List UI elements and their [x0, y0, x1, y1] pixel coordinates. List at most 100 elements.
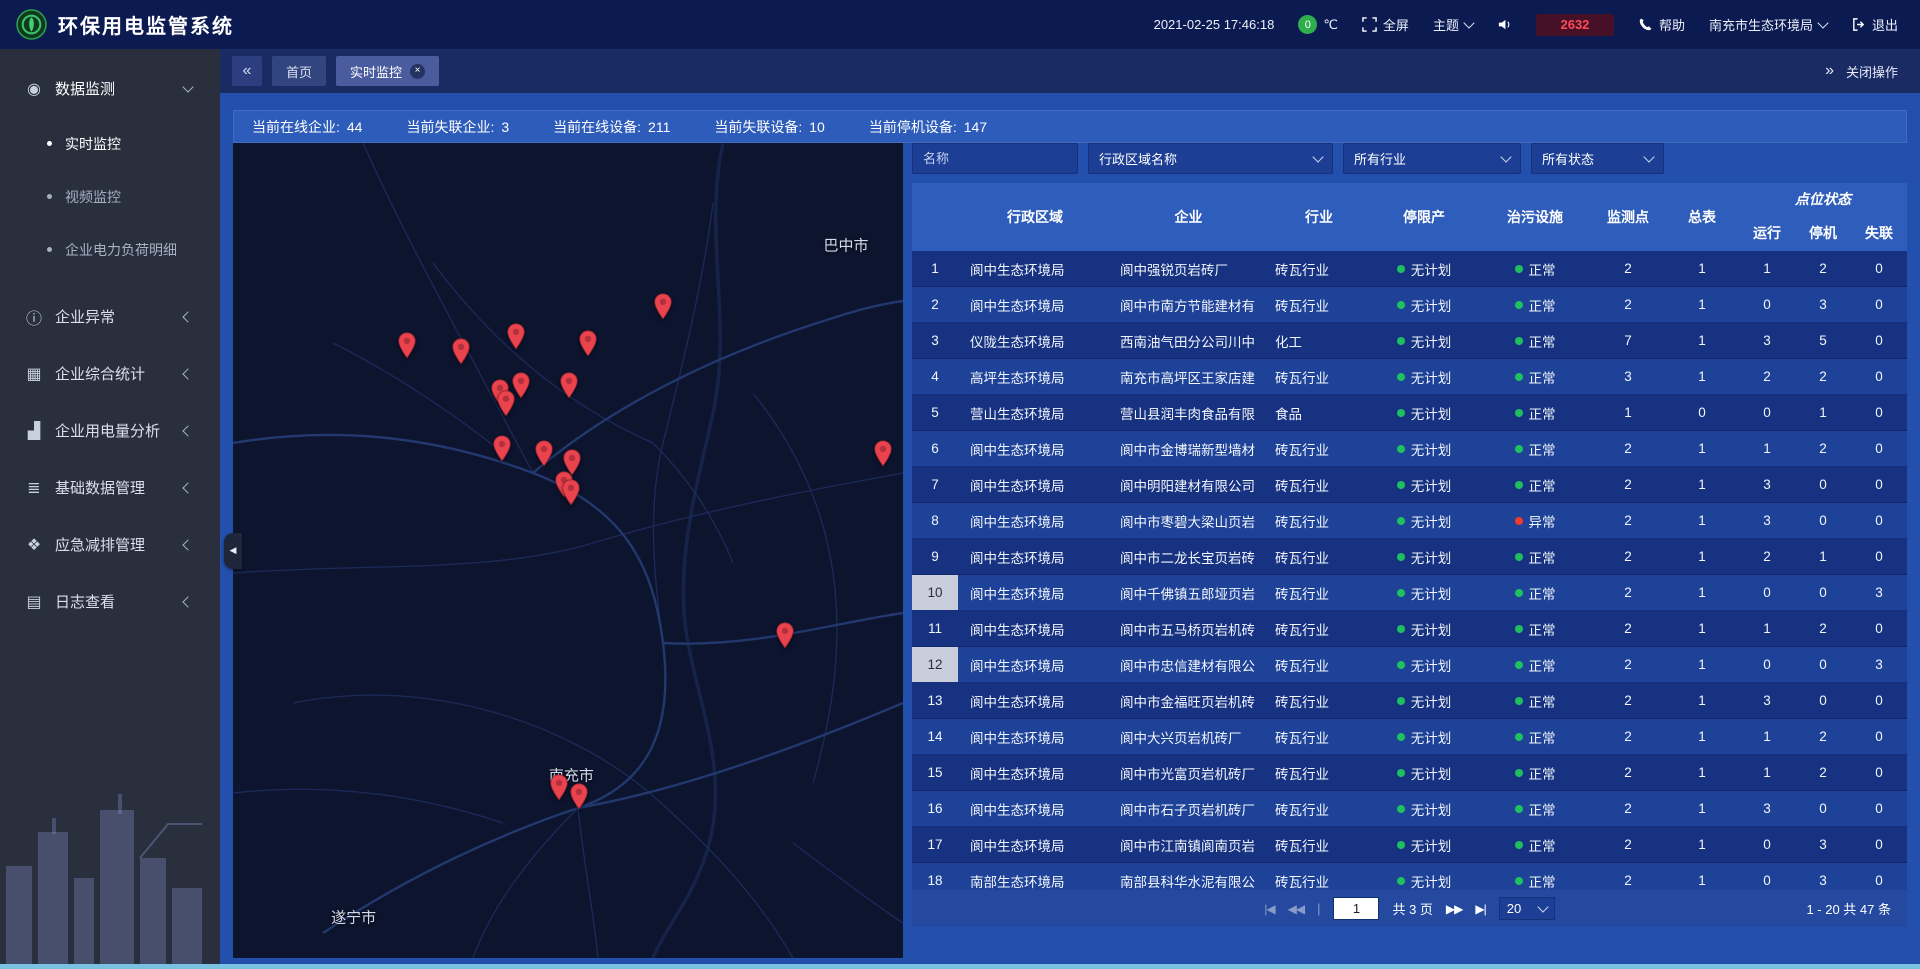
tab[interactable]: 实时监控 ×	[336, 56, 439, 86]
fullscreen-button[interactable]: 全屏	[1362, 15, 1409, 34]
theme-selector[interactable]: 主题	[1433, 15, 1473, 34]
region-cell: 阆中生态环境局	[958, 719, 1108, 754]
map-pin[interactable]	[654, 293, 673, 320]
table-row[interactable]: 13 阆中生态环境局 阆中市金福旺页岩机砖 砖瓦行业 无计划	[912, 683, 1907, 719]
map-pin[interactable]	[549, 774, 568, 801]
status-dot	[1515, 301, 1523, 309]
table-row[interactable]: 7 阆中生态环境局 阆中明阳建材有限公司 砖瓦行业 无计划	[912, 467, 1907, 503]
map-pin[interactable]	[493, 435, 512, 462]
table-row[interactable]: 11 阆中生态环境局 阆中市五马桥页岩机砖 砖瓦行业 无计划	[912, 611, 1907, 647]
industry-filter-select[interactable]: 所有行业	[1343, 143, 1521, 174]
table-row[interactable]: 2 阆中生态环境局 阆中市南方节能建材有 砖瓦行业 无计划	[912, 287, 1907, 323]
status-dot	[1397, 517, 1405, 525]
status-dot	[1515, 661, 1523, 669]
last-page-button[interactable]: ▶|	[1475, 902, 1485, 916]
table-row[interactable]: 16 阆中生态环境局 阆中市石子页岩机砖厂 砖瓦行业 无计划	[912, 791, 1907, 827]
sidebar-item[interactable]: ▦ 企业综合统计	[0, 345, 220, 402]
running-cell: 1	[1739, 611, 1795, 646]
map-pin[interactable]	[776, 622, 795, 649]
map-collapse-handle[interactable]: ◀	[224, 533, 242, 569]
facility-cell: 正常	[1479, 611, 1591, 646]
table-row[interactable]: 14 阆中生态环境局 阆中大兴页岩机砖厂 砖瓦行业 无计划	[912, 719, 1907, 755]
table-row[interactable]: 15 阆中生态环境局 阆中市光富页岩机砖厂 砖瓦行业 无计划	[912, 755, 1907, 791]
map-pin[interactable]	[579, 330, 598, 357]
help-button[interactable]: 帮助	[1638, 15, 1685, 34]
sidebar-item[interactable]: ▟ 企业用电量分析	[0, 402, 220, 459]
prev-page-button[interactable]: ◀◀	[1288, 902, 1304, 916]
stopped-cell: 3	[1795, 287, 1851, 322]
table-row[interactable]: 12 阆中生态环境局 阆中市忠信建材有限公 砖瓦行业 无计划	[912, 647, 1907, 683]
name-filter-input[interactable]	[912, 143, 1078, 174]
map-pin[interactable]	[506, 323, 525, 350]
sidebar-item[interactable]: ▤ 日志查看	[0, 573, 220, 630]
tab-scroll-left-button[interactable]: «	[232, 56, 262, 86]
running-cell: 2	[1739, 539, 1795, 574]
status-dot	[1397, 373, 1405, 381]
pin-icon	[570, 783, 589, 810]
org-selector[interactable]: 南充市生态环境局	[1709, 15, 1827, 34]
facility-cell: 正常	[1479, 287, 1591, 322]
column-header-running: 运行	[1739, 215, 1795, 251]
region-filter-select[interactable]: 行政区域名称	[1088, 143, 1333, 174]
sidebar-item[interactable]: ❖ 应急减排管理	[0, 516, 220, 573]
row-number-cell: 1	[912, 251, 958, 286]
map-pin[interactable]	[398, 332, 417, 359]
speaker-icon	[1497, 17, 1512, 32]
offline-cell: 0	[1851, 863, 1907, 890]
table-row[interactable]: 9 阆中生态环境局 阆中市二龙长宝页岩砖 砖瓦行业 无计划	[912, 539, 1907, 575]
page-input[interactable]	[1333, 897, 1379, 920]
stopped-cell: 0	[1795, 791, 1851, 826]
monitors-cell: 2	[1591, 251, 1665, 286]
bottom-scrollbar[interactable]	[0, 964, 1920, 969]
table-row[interactable]: 6 阆中生态环境局 阆中市金博瑞新型墙材 砖瓦行业 无计划	[912, 431, 1907, 467]
logout-button[interactable]: 退出	[1851, 15, 1898, 34]
monitors-cell: 2	[1591, 719, 1665, 754]
sidebar-item[interactable]: 企业电力负荷明细	[0, 223, 220, 276]
status-filter-select[interactable]: 所有状态	[1531, 143, 1664, 174]
sidebar-item[interactable]: 实时监控	[0, 117, 220, 170]
tab[interactable]: 首页	[272, 56, 326, 86]
map-pin[interactable]	[562, 479, 581, 506]
map-pin[interactable]	[873, 440, 892, 467]
status-dot	[1515, 337, 1523, 345]
announcement-button[interactable]	[1497, 17, 1512, 32]
fullscreen-label: 全屏	[1383, 15, 1409, 34]
curtailment-text: 无计划	[1411, 547, 1452, 567]
tab-bar-right-group: » 关闭操作	[1825, 62, 1898, 81]
map-pin[interactable]	[570, 783, 589, 810]
alarm-count[interactable]: 2632	[1536, 14, 1614, 36]
map-pin[interactable]	[497, 390, 516, 417]
sidebar-item[interactable]: ≣ 基础数据管理	[0, 459, 220, 516]
table-row[interactable]: 17 阆中生态环境局 阆中市江南镇阆南页岩 砖瓦行业 无计划	[912, 827, 1907, 863]
right-panel: 行政区域名称 所有行业 所有状态	[912, 143, 1907, 958]
temperature-unit: ℃	[1323, 17, 1338, 33]
curtailment-cell: 无计划	[1369, 539, 1479, 574]
first-page-button[interactable]: |◀	[1264, 902, 1274, 916]
close-operations-button[interactable]: 关闭操作	[1846, 62, 1898, 81]
map-pin[interactable]	[559, 372, 578, 399]
sidebar-item-label: 数据监测	[55, 78, 115, 99]
content-panels: 巴中市 南充市 遂宁市	[233, 143, 1907, 958]
table-row[interactable]: 10 阆中生态环境局 阆中千佛镇五郎垭页岩 砖瓦行业 无计划	[912, 575, 1907, 611]
map-panel[interactable]: 巴中市 南充市 遂宁市	[233, 143, 903, 958]
tab-scroll-right-button[interactable]: »	[1825, 62, 1834, 80]
table-row[interactable]: 4 高坪生态环境局 南充市高坪区王家店建 砖瓦行业 无计划	[912, 359, 1907, 395]
map-canvas[interactable]: 巴中市 南充市 遂宁市	[233, 143, 903, 958]
meters-cell: 1	[1665, 719, 1739, 754]
sidebar-item[interactable]: 视频监控	[0, 170, 220, 223]
table-row[interactable]: 3 仪陇生态环境局 西南油气田分公司川中 化工 无计划	[912, 323, 1907, 359]
sidebar-item[interactable]: ⓘ 企业异常	[0, 288, 220, 345]
page-size-select[interactable]: 20	[1499, 897, 1555, 920]
table-row[interactable]: 8 阆中生态环境局 阆中市枣碧大梁山页岩 砖瓦行业 无计划	[912, 503, 1907, 539]
facility-cell: 正常	[1479, 755, 1591, 790]
tab-close-icon[interactable]: ×	[410, 64, 425, 79]
table-row[interactable]: 1 阆中生态环境局 阆中强锐页岩砖厂 砖瓦行业 无计划	[912, 251, 1907, 287]
stat-value: 211	[648, 119, 670, 135]
sidebar-item[interactable]: ◉ 数据监测	[0, 60, 220, 117]
table-row[interactable]: 5 营山生态环境局 营山县润丰肉食品有限 食品 无计划	[912, 395, 1907, 431]
offline-cell: 0	[1851, 791, 1907, 826]
next-page-button[interactable]: ▶▶	[1446, 902, 1462, 916]
table-row[interactable]: 18 南部生态环境局 南部县科华水泥有限公 砖瓦行业 无计划	[912, 863, 1907, 890]
map-pin[interactable]	[451, 338, 470, 365]
map-pin[interactable]	[534, 440, 553, 467]
